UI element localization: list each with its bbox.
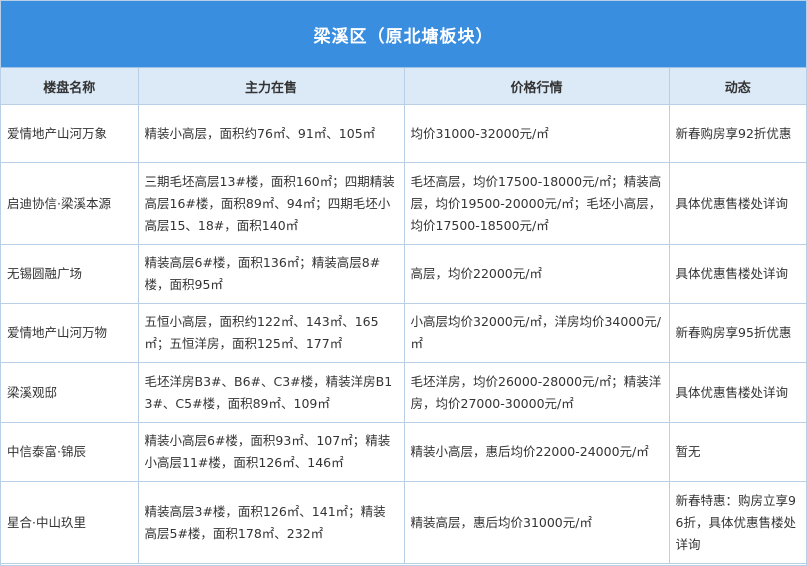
cell-price: 精装高层，惠后均价31000元/㎡: [403, 481, 670, 564]
header-project-name: 楼盘名称: [1, 68, 139, 105]
cell-project-name: 星合·中山玖里: [1, 481, 139, 564]
cell-project-name: 中信泰富·锦辰: [1, 422, 139, 482]
cell-main-sale: 精装小高层6#楼，面积93㎡、107㎡；精装小高层11#楼，面积126㎡、146…: [137, 422, 405, 482]
cell-project-name: 启迪协信·梁溪本源: [1, 162, 139, 245]
cell-news: 新春购房享95折优惠: [668, 303, 806, 363]
header-news: 动态: [668, 68, 806, 105]
listing-table: 楼盘名称 主力在售 价格行情 动态 爱情地产山河万象 精装小高层，面积约76㎡、…: [1, 68, 806, 564]
cell-news: 具体优惠售楼处详询: [668, 362, 806, 423]
cell-news: 新春购房享92折优惠: [668, 104, 806, 163]
table-row: 启迪协信·梁溪本源 三期毛坯高层13#楼，面积160㎡；四期精装高层16#楼，面…: [1, 162, 806, 245]
cell-price: 高层，均价22000元/㎡: [403, 244, 670, 304]
table-row: 中信泰富·锦辰 精装小高层6#楼，面积93㎡、107㎡；精装小高层11#楼，面积…: [1, 422, 806, 482]
table-row: 星合·中山玖里 精装高层3#楼，面积126㎡、141㎡；精装高层5#楼，面积17…: [1, 481, 806, 564]
table-title: 梁溪区（原北塘板块）: [1, 1, 806, 68]
cell-price: 小高层均价32000元/㎡，洋房均价34000元/㎡: [403, 303, 670, 363]
header-main-sale: 主力在售: [137, 68, 405, 105]
cell-main-sale: 精装小高层，面积约76㎡、91㎡、105㎡: [137, 104, 405, 163]
cell-price: 毛坯高层，均价17500-18000元/㎡；精装高层，均价19500-20000…: [403, 162, 670, 245]
cell-news: 暂无: [668, 422, 806, 482]
cell-news: 具体优惠售楼处详询: [668, 244, 806, 304]
cell-main-sale: 五恒小高层，面积约122㎡、143㎡、165㎡；五恒洋房，面积125㎡、177㎡: [137, 303, 405, 363]
cell-main-sale: 精装高层6#楼，面积136㎡；精装高层8#楼，面积95㎡: [137, 244, 405, 304]
cell-price: 毛坯洋房，均价26000-28000元/㎡；精装洋房，均价27000-30000…: [403, 362, 670, 423]
cell-price: 精装小高层，惠后均价22000-24000元/㎡: [403, 422, 670, 482]
cell-project-name: 梁溪观邸: [1, 362, 139, 423]
cell-main-sale: 精装高层3#楼，面积126㎡、141㎡；精装高层5#楼，面积178㎡、232㎡: [137, 481, 405, 564]
cell-main-sale: 毛坯洋房B3#、B6#、C3#楼，精装洋房B13#、C5#楼，面积89㎡、109…: [137, 362, 405, 423]
cell-project-name: 爱情地产山河万物: [1, 303, 139, 363]
cell-project-name: 爱情地产山河万象: [1, 104, 139, 163]
cell-main-sale: 三期毛坯高层13#楼，面积160㎡；四期精装高层16#楼，面积89㎡、94㎡；四…: [137, 162, 405, 245]
listing-table-panel: 梁溪区（原北塘板块） 楼盘名称 主力在售 价格行情 动态 爱情地产山河万象 精装…: [0, 0, 807, 566]
table-row: 无锡圆融广场 精装高层6#楼，面积136㎡；精装高层8#楼，面积95㎡ 高层，均…: [1, 244, 806, 304]
cell-price: 均价31000-32000元/㎡: [403, 104, 670, 163]
table-row: 梁溪观邸 毛坯洋房B3#、B6#、C3#楼，精装洋房B13#、C5#楼，面积89…: [1, 362, 806, 423]
header-row: 楼盘名称 主力在售 价格行情 动态: [1, 68, 806, 105]
header-price: 价格行情: [403, 68, 670, 105]
cell-project-name: 无锡圆融广场: [1, 244, 139, 304]
table-row: 爱情地产山河万象 精装小高层，面积约76㎡、91㎡、105㎡ 均价31000-3…: [1, 104, 806, 163]
cell-news: 具体优惠售楼处详询: [668, 162, 806, 245]
cell-news: 新春特惠：购房立享96折，具体优惠售楼处详询: [668, 481, 806, 564]
table-row: 爱情地产山河万物 五恒小高层，面积约122㎡、143㎡、165㎡；五恒洋房，面积…: [1, 303, 806, 363]
